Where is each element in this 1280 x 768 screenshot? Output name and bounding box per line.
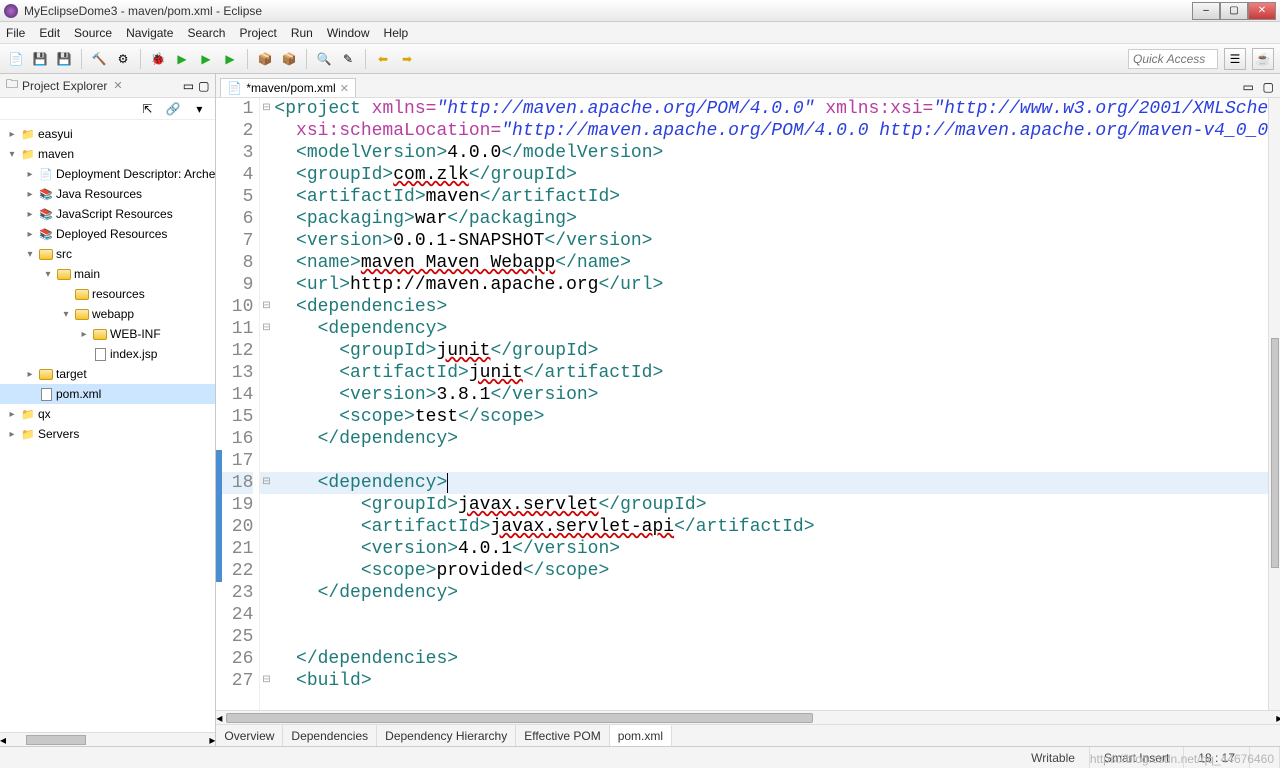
tree-item[interactable]: pom.xml xyxy=(0,384,215,404)
tree-item[interactable]: ▾📁maven xyxy=(0,144,215,164)
change-ruler xyxy=(216,450,222,582)
tool-icon[interactable]: ⚙ xyxy=(113,49,133,69)
run-icon[interactable]: ▶ xyxy=(172,49,192,69)
menu-source[interactable]: Source xyxy=(74,26,112,40)
package-icon[interactable]: 📦 xyxy=(255,49,275,69)
tab-effective-pom[interactable]: Effective POM xyxy=(516,725,609,746)
perspective-java-icon[interactable]: ☕ xyxy=(1252,48,1274,70)
open-type-icon[interactable]: 🔍 xyxy=(314,49,334,69)
fold-column[interactable]: ⊟⊟⊟⊟⊟ xyxy=(260,98,272,710)
collapse-all-icon[interactable]: ⇱ xyxy=(137,99,157,119)
window-title: MyEclipseDome3 - maven/pom.xml - Eclipse xyxy=(24,4,1192,18)
minimize-button[interactable]: – xyxy=(1192,2,1220,20)
run-ext2-icon[interactable]: ▶ xyxy=(220,49,240,69)
app-icon xyxy=(4,4,18,18)
menu-file[interactable]: File xyxy=(6,26,25,40)
link-editor-icon[interactable]: 🔗 xyxy=(163,99,183,119)
sidebar-hscroll[interactable]: ◂▸ xyxy=(0,732,215,746)
source-code[interactable]: <project xmlns="http://maven.apache.org/… xyxy=(272,98,1268,710)
tree-item[interactable]: ▸📁Servers xyxy=(0,424,215,444)
run-ext-icon[interactable]: ▶ xyxy=(196,49,216,69)
tree-item[interactable]: resources xyxy=(0,284,215,304)
watermark: https://blog.csdn.net/qq_44676460 xyxy=(1090,752,1274,766)
editor-tab-label: *maven/pom.xml xyxy=(246,81,335,95)
tree-item[interactable]: ▾main xyxy=(0,264,215,284)
quick-access-input[interactable] xyxy=(1128,49,1218,69)
main-toolbar: 📄 💾 💾 🔨 ⚙ 🐞 ▶ ▶ ▶ 📦 📦 🔍 ✎ ⬅ ➡ ☰ ☕ xyxy=(0,44,1280,74)
menu-help[interactable]: Help xyxy=(384,26,409,40)
editor-minimize-icon[interactable]: ▭ xyxy=(1238,77,1258,97)
maximize-view-icon[interactable]: ▢ xyxy=(198,79,209,93)
tree-item[interactable]: ▸📚Java Resources xyxy=(0,184,215,204)
nav-fwd-icon[interactable]: ➡ xyxy=(397,49,417,69)
open-task-icon[interactable]: ✎ xyxy=(338,49,358,69)
menu-navigate[interactable]: Navigate xyxy=(126,26,173,40)
status-writable: Writable xyxy=(1017,747,1090,768)
new-button[interactable]: 📄 xyxy=(6,49,26,69)
editor-tab-pom[interactable]: 📄 *maven/pom.xml ✕ xyxy=(220,78,356,97)
tree-item[interactable]: ▸target xyxy=(0,364,215,384)
titlebar: MyEclipseDome3 - maven/pom.xml - Eclipse… xyxy=(0,0,1280,22)
tab-pom-xml[interactable]: pom.xml xyxy=(610,725,672,746)
editor-maximize-icon[interactable]: ▢ xyxy=(1258,77,1278,97)
perspective-jee-icon[interactable]: ☰ xyxy=(1224,48,1246,70)
line-number-gutter: 1234567891011121314151617181920212223242… xyxy=(216,98,260,710)
view-menu-icon[interactable]: ▾ xyxy=(189,99,209,119)
editor-area: 📄 *maven/pom.xml ✕ ▭ ▢ 12345678910111213… xyxy=(216,74,1280,746)
status-bar: Writable Smart Insert 18 : 17 https://bl… xyxy=(0,746,1280,768)
editor-bottom-tabs: Overview Dependencies Dependency Hierarc… xyxy=(216,724,1280,746)
tree-item[interactable]: ▸📚JavaScript Resources xyxy=(0,204,215,224)
tab-overview[interactable]: Overview xyxy=(216,725,283,746)
navigator-icon: 🗀 xyxy=(6,75,18,96)
project-explorer-tab[interactable]: 🗀 Project Explorer ✕ ▭ ▢ xyxy=(0,74,215,98)
close-tab-icon[interactable]: ✕ xyxy=(340,82,349,95)
save-button[interactable]: 💾 xyxy=(30,49,50,69)
maximize-button[interactable]: ▢ xyxy=(1220,2,1248,20)
menu-project[interactable]: Project xyxy=(239,26,276,40)
tree-item[interactable]: ▸WEB-INF xyxy=(0,324,215,344)
menu-window[interactable]: Window xyxy=(327,26,370,40)
package2-icon[interactable]: 📦 xyxy=(279,49,299,69)
tree-item[interactable]: ▾src xyxy=(0,244,215,264)
overview-ruler[interactable] xyxy=(1268,98,1280,710)
tree-item[interactable]: ▸📁qx xyxy=(0,404,215,424)
nav-back-icon[interactable]: ⬅ xyxy=(373,49,393,69)
tab-dependencies[interactable]: Dependencies xyxy=(283,725,377,746)
file-icon: 📄 xyxy=(227,81,242,95)
tree-item[interactable]: index.jsp xyxy=(0,344,215,364)
close-icon[interactable]: ✕ xyxy=(113,79,122,92)
tree-item[interactable]: ▸📚Deployed Resources xyxy=(0,224,215,244)
editor-hscroll[interactable]: ◂▸ xyxy=(216,710,1280,724)
tab-dependency-hierarchy[interactable]: Dependency Hierarchy xyxy=(377,725,516,746)
code-editor[interactable]: 1234567891011121314151617181920212223242… xyxy=(216,98,1280,710)
tree-item[interactable]: ▾webapp xyxy=(0,304,215,324)
menu-edit[interactable]: Edit xyxy=(39,26,60,40)
tree-item[interactable]: ▸📁easyui xyxy=(0,124,215,144)
save-all-button[interactable]: 💾 xyxy=(54,49,74,69)
project-explorer-view: 🗀 Project Explorer ✕ ▭ ▢ ⇱ 🔗 ▾ ▸📁easyui▾… xyxy=(0,74,216,746)
build-button[interactable]: 🔨 xyxy=(89,49,109,69)
close-button[interactable]: ✕ xyxy=(1248,2,1276,20)
tree-item[interactable]: ▸📄Deployment Descriptor: Arche xyxy=(0,164,215,184)
minimize-view-icon[interactable]: ▭ xyxy=(183,79,194,93)
menu-run[interactable]: Run xyxy=(291,26,313,40)
project-tree[interactable]: ▸📁easyui▾📁maven▸📄Deployment Descriptor: … xyxy=(0,120,215,732)
debug-icon[interactable]: 🐞 xyxy=(148,49,168,69)
menu-search[interactable]: Search xyxy=(187,26,225,40)
project-explorer-label: Project Explorer xyxy=(22,79,107,93)
menubar: File Edit Source Navigate Search Project… xyxy=(0,22,1280,44)
